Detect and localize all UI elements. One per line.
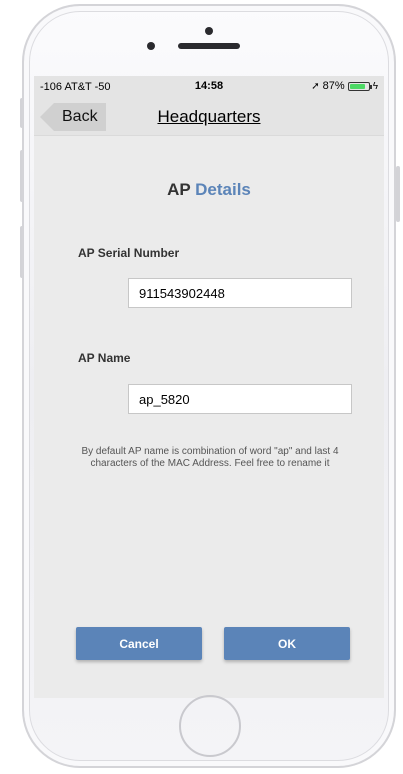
front-camera xyxy=(205,27,213,35)
ap-name-field[interactable]: ap_5820 xyxy=(128,384,352,414)
page-title: AP Details xyxy=(34,180,384,200)
home-button xyxy=(179,695,241,757)
earpiece-speaker xyxy=(178,43,240,49)
ap-name-hint: By default AP name is combination of wor… xyxy=(81,446,339,469)
serial-number-field[interactable]: 911543902448 xyxy=(128,278,352,308)
serial-number-label: AP Serial Number xyxy=(78,246,180,260)
battery-fill xyxy=(349,83,366,89)
proximity-sensor xyxy=(147,42,155,50)
page-title-prefix: AP xyxy=(167,180,191,199)
page-title-accent: Details xyxy=(195,180,251,199)
status-bar: -106 AT&T -50 14:58 ➚ 87% ϟ xyxy=(34,76,384,98)
navigation-bar: Back Headquarters xyxy=(34,98,384,136)
location-arrow-icon: ➚ xyxy=(311,80,320,92)
power-button xyxy=(396,166,400,222)
nav-title: Headquarters xyxy=(157,107,261,126)
app-screen: -106 AT&T -50 14:58 ➚ 87% ϟ Back Headqua… xyxy=(34,76,384,698)
battery-percent: 87% xyxy=(322,80,345,92)
cancel-button[interactable]: Cancel xyxy=(76,627,202,660)
ok-button[interactable]: OK xyxy=(224,627,350,660)
bolt-icon: ϟ xyxy=(372,80,378,92)
ap-name-label: AP Name xyxy=(78,351,131,365)
status-right: ➚ 87% ϟ xyxy=(311,80,378,92)
battery-icon xyxy=(347,81,372,91)
